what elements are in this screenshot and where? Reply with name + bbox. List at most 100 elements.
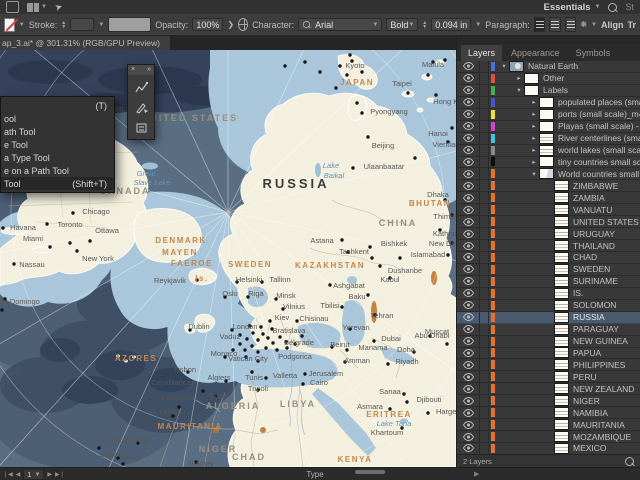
lock-cell[interactable] [480,335,489,347]
layer-row[interactable]: ▾ Natural Earth [457,61,640,73]
tab-symbols[interactable]: Symbols [569,45,618,61]
layer-thumbnail[interactable] [554,442,569,454]
lock-cell[interactable] [480,395,489,407]
eye-icon[interactable] [457,419,480,431]
layer-row[interactable]: SWEDEN [457,263,640,276]
expand-arrow[interactable]: ▸ [529,146,539,154]
eye-icon[interactable] [457,323,480,335]
lock-cell[interactable] [480,168,489,180]
expand-arrow[interactable]: ▾ [529,170,539,178]
layer-row[interactable]: ▾ Labels [457,84,640,97]
layer-thumbnail[interactable] [554,240,569,252]
expand-arrow[interactable]: ▾ [499,62,509,70]
layer-thumbnail[interactable] [539,120,554,132]
eye-icon[interactable] [457,216,480,228]
layer-thumbnail[interactable] [554,287,569,299]
lock-cell[interactable] [480,204,489,216]
layer-row[interactable]: ▸ Other [457,72,640,85]
stroke-weight-stepper[interactable]: ▲ ▼ [61,20,66,29]
lock-cell[interactable] [480,323,489,335]
search-icon[interactable] [608,2,618,12]
eye-icon[interactable] [457,192,480,204]
lock-cell[interactable] [480,61,489,72]
workspace-switcher[interactable]: Essentials ▼ [544,2,601,13]
layer-row[interactable]: PAPUA [457,347,640,360]
floating-panel-titlebar[interactable]: × » [128,65,154,75]
layer-thumbnail[interactable] [554,228,569,240]
lock-cell[interactable] [480,192,489,204]
eye-icon[interactable] [457,371,480,383]
eye-icon[interactable] [457,252,480,263]
eye-icon[interactable] [457,359,480,371]
lock-cell[interactable] [480,96,489,108]
layer-row[interactable]: NEW ZEALAND [457,383,640,396]
lock-cell[interactable] [480,252,489,263]
layer-thumbnail[interactable] [554,347,569,359]
eye-icon[interactable] [457,108,480,120]
eye-icon[interactable] [457,311,480,323]
lock-cell[interactable] [480,132,489,144]
menu-item[interactable]: a Type Tool [1,151,114,164]
layer-row[interactable]: ▸ ports (small scale)_m4cc_visFalse [457,108,640,121]
layer-row[interactable]: PARAGUAY [457,323,640,336]
lock-cell[interactable] [480,180,489,192]
layer-thumbnail[interactable] [554,275,569,287]
expand-arrow[interactable]: ▸ [529,134,539,142]
eye-icon[interactable] [457,132,480,144]
layer-row[interactable]: THAILAND [457,240,640,252]
layer-thumbnail[interactable] [554,359,569,371]
opentype-icon[interactable]: ❋ [580,20,587,29]
layer-row[interactable]: PHILIPPINES [457,359,640,372]
layer-row[interactable]: ZAMBIA [457,192,640,205]
lock-cell[interactable] [480,263,489,275]
share-icon[interactable]: ➤ [53,1,64,14]
eye-icon[interactable] [457,275,480,287]
layer-row[interactable]: ▸ River centerlines (small scale) - De [457,132,640,145]
layer-row[interactable]: ▸ tiny countries small scale (points) [457,156,640,169]
layer-thumbnail[interactable] [554,299,569,311]
eye-icon[interactable] [457,407,480,419]
eye-icon[interactable] [457,96,480,108]
layer-thumbnail[interactable] [539,132,554,144]
layer-thumbnail[interactable] [554,335,569,347]
layer-row[interactable]: MOZAMBIQUE [457,431,640,443]
document-tab[interactable]: ap_3.ai* @ 301.31% (RGB/GPU Preview) [0,36,170,50]
layer-thumbnail[interactable] [554,216,569,228]
layer-thumbnail[interactable] [539,108,554,120]
expand-arrow[interactable]: ▾ [514,86,524,94]
eye-icon[interactable] [457,395,480,407]
horizontal-scrollbar-thumb[interactable] [355,470,385,474]
font-style-field[interactable]: Bold ▼ [386,18,419,31]
layer-row[interactable]: NAMIBIA [457,407,640,420]
menu-item[interactable]: ath Tool [1,125,114,138]
layer-row[interactable]: ▸ populated places (small scale) - D [457,96,640,109]
lock-cell[interactable] [480,84,489,96]
layer-thumbnail[interactable] [554,395,569,407]
align-panel-link[interactable]: Align [601,20,624,30]
eye-icon[interactable] [457,228,480,240]
home-icon[interactable] [6,1,19,13]
menu-item[interactable]: ool [1,112,114,125]
opacity-field[interactable]: 100% [192,18,224,31]
eye-icon[interactable] [457,120,480,132]
layer-thumbnail[interactable] [554,251,569,263]
layer-thumbnail[interactable] [554,192,569,204]
eye-icon[interactable] [457,144,480,156]
layer-thumbnail[interactable] [554,431,569,443]
align-left-button[interactable] [533,17,546,32]
layer-row[interactable]: MAURITANIA [457,419,640,432]
eye-icon[interactable] [457,335,480,347]
lock-cell[interactable] [480,120,489,132]
first-artboard-icon[interactable]: ❘◀ [3,471,13,478]
lock-cell[interactable] [480,419,489,431]
align-center-button[interactable] [549,17,561,32]
eye-icon[interactable] [457,287,480,299]
layer-row[interactable]: VANUATU [457,204,640,217]
layer-thumbnail[interactable] [554,419,569,431]
layer-row[interactable]: NEW GUINEA [457,335,640,348]
document-setup-globe-icon[interactable] [238,18,249,31]
layer-row[interactable]: RUSSIA [457,311,640,324]
menu-item[interactable]: e on a Path Tool [1,164,114,177]
layer-thumbnail[interactable] [524,72,539,84]
menu-item[interactable]: Tool (Shift+T) [1,177,114,190]
